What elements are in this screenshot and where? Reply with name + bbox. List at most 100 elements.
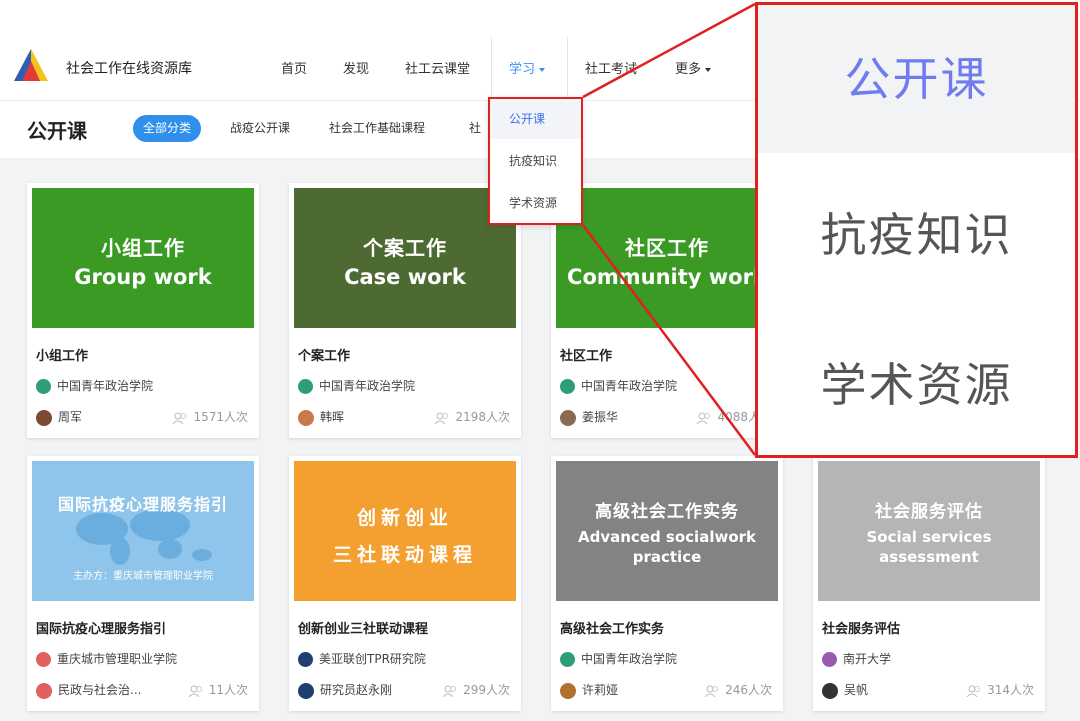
view-count: 2198人次 xyxy=(434,408,510,425)
people-icon xyxy=(188,685,202,697)
course-teacher[interactable]: 周军 xyxy=(36,408,82,426)
org-name: 南开大学 xyxy=(843,652,892,666)
course-cover[interactable]: 社区工作 Community work xyxy=(556,188,778,328)
nav-home[interactable]: 首页 xyxy=(281,58,307,77)
course-org[interactable]: 美亚联创TPR研究院 xyxy=(298,650,426,667)
course-cover[interactable]: 个案工作 Case work xyxy=(294,188,516,328)
nav-divider xyxy=(491,37,492,100)
course-cover[interactable]: 高级社会工作实务 Advanced socialwork practice xyxy=(556,461,778,601)
zoom-item-academic-resources: 学术资源 xyxy=(820,358,1013,412)
course-title[interactable]: 个案工作 xyxy=(298,345,350,364)
org-name: 中国青年政治学院 xyxy=(319,379,416,393)
org-name: 重庆城市管理职业学院 xyxy=(57,652,178,666)
teacher-name: 姜振华 xyxy=(582,410,619,424)
nav-exam[interactable]: 社工考试 xyxy=(585,58,637,77)
course-cover[interactable]: 小组工作 Group work xyxy=(32,188,254,328)
dropdown-item-academic-resources[interactable]: 学术资源 xyxy=(490,183,581,223)
avatar xyxy=(560,682,576,699)
dropdown-item-epidemic-knowledge[interactable]: 抗疫知识 xyxy=(490,141,581,181)
teacher-name: 民政与社会治... xyxy=(58,683,142,697)
people-icon xyxy=(697,412,711,424)
course-title[interactable]: 社区工作 xyxy=(560,345,612,364)
org-name: 美亚联创TPR研究院 xyxy=(319,652,426,666)
course-org[interactable]: 中国青年政治学院 xyxy=(298,377,415,394)
people-icon xyxy=(966,685,981,697)
cover-title-cn: 社区工作 xyxy=(625,236,709,260)
cover-title-cn: 国际抗疫心理服务指引 xyxy=(57,495,228,514)
views-text: 246人次 xyxy=(725,683,772,697)
school-emblem-icon xyxy=(36,379,51,394)
course-card[interactable]: 社区工作 Community work 社区工作 中国青年政治学院 姜振华 40… xyxy=(551,183,783,438)
avatar xyxy=(822,682,838,699)
course-teacher[interactable]: 研究员赵永刚 xyxy=(298,681,392,699)
people-icon xyxy=(435,412,449,424)
view-count: 1571人次 xyxy=(172,408,248,425)
course-card[interactable]: 个案工作 Case work 个案工作 中国青年政治学院 韩晖 2198人次 xyxy=(289,183,521,438)
course-org[interactable]: 中国青年政治学院 xyxy=(560,377,677,394)
nav-discover[interactable]: 发现 xyxy=(343,58,369,77)
cover-title-en: Case work xyxy=(344,265,466,289)
course-teacher[interactable]: 姜振华 xyxy=(560,408,618,426)
cover-title-cn: 社会服务评估 xyxy=(875,502,983,522)
cover-title-en-line2: assessment xyxy=(879,548,979,566)
course-teacher[interactable]: 韩晖 xyxy=(298,408,344,426)
course-teacher[interactable]: 吴帆 xyxy=(822,681,868,699)
nav-more-label: 更多 xyxy=(675,62,702,77)
views-text: 2198人次 xyxy=(455,410,510,424)
teacher-name: 研究员赵永刚 xyxy=(320,683,393,697)
people-icon xyxy=(173,412,187,424)
cover-title-cn-line2: 三社联动课程 xyxy=(332,544,477,566)
course-title[interactable]: 创新创业三社联动课程 xyxy=(298,618,428,637)
course-teacher[interactable]: 民政与社会治... xyxy=(36,681,141,699)
cover-title-en-line2: practice xyxy=(632,548,702,566)
org-name: 中国青年政治学院 xyxy=(581,652,678,666)
course-card[interactable]: 创新创业 三社联动课程 创新创业三社联动课程 美亚联创TPR研究院 研究员赵永刚… xyxy=(289,456,521,711)
course-card[interactable]: 社会服务评估 Social services assessment 社会服务评估… xyxy=(813,456,1045,711)
course-org[interactable]: 中国青年政治学院 xyxy=(560,650,677,667)
category-all[interactable]: 全部分类 xyxy=(133,115,202,142)
nav-study-label: 学习 xyxy=(509,62,536,77)
teacher-name: 周军 xyxy=(58,410,83,424)
study-dropdown-menu: 公开课 抗疫知识 学术资源 xyxy=(488,97,583,225)
avatar xyxy=(36,682,52,699)
cover-title-cn: 创新创业 xyxy=(356,507,453,529)
school-emblem-icon xyxy=(298,379,313,394)
course-title[interactable]: 社会服务评估 xyxy=(822,618,900,637)
course-cover[interactable]: 社会服务评估 Social services assessment xyxy=(818,461,1040,601)
site-logo[interactable] xyxy=(12,47,50,83)
course-org[interactable]: 南开大学 xyxy=(822,650,891,667)
category-fight-epidemic[interactable]: 战疫公开课 xyxy=(230,119,290,136)
chevron-down-icon xyxy=(539,67,546,72)
dropdown-item-open-course[interactable]: 公开课 xyxy=(490,99,581,139)
nav-more[interactable]: 更多 xyxy=(675,58,712,77)
cover-title-en: Community work xyxy=(567,265,767,289)
view-count: 314人次 xyxy=(966,681,1034,698)
cover-title-cn: 个案工作 xyxy=(363,236,447,260)
cover-organizer: 主办方：重庆城市管理职业学院 xyxy=(73,571,213,582)
category-social-work-basics[interactable]: 社会工作基础课程 xyxy=(329,119,425,136)
nav-study[interactable]: 学习 xyxy=(509,58,546,77)
cover-title-cn: 小组工作 xyxy=(101,236,185,260)
zoom-callout: 公开课 抗疫知识 学术资源 xyxy=(755,2,1078,458)
course-org[interactable]: 中国青年政治学院 xyxy=(36,377,153,394)
site-title[interactable]: 社会工作在线资源库 xyxy=(66,58,192,78)
course-cover[interactable]: 国际抗疫心理服务指引 主办方：重庆城市管理职业学院 xyxy=(32,461,254,601)
course-cover[interactable]: 创新创业 三社联动课程 xyxy=(294,461,516,601)
course-card[interactable]: 小组工作 Group work 小组工作 中国青年政治学院 周军 1571人次 xyxy=(27,183,259,438)
view-count: 299人次 xyxy=(442,681,510,698)
nav-cloud-classroom[interactable]: 社工云课堂 xyxy=(405,58,470,77)
view-count: 11人次 xyxy=(188,681,248,698)
course-card[interactable]: 高级社会工作实务 Advanced socialwork practice 高级… xyxy=(551,456,783,711)
course-title[interactable]: 国际抗疫心理服务指引 xyxy=(36,618,166,637)
course-org[interactable]: 重庆城市管理职业学院 xyxy=(36,650,177,667)
people-icon xyxy=(704,685,719,697)
views-text: 314人次 xyxy=(987,683,1034,697)
views-text: 1571人次 xyxy=(193,410,248,424)
avatar xyxy=(560,409,576,426)
course-card[interactable]: 国际抗疫心理服务指引 主办方：重庆城市管理职业学院 国际抗疫心理服务指引 重庆城… xyxy=(27,456,259,711)
course-title[interactable]: 小组工作 xyxy=(36,345,88,364)
course-teacher[interactable]: 许莉娅 xyxy=(560,681,618,699)
category-truncated[interactable]: 社 xyxy=(469,119,481,136)
cover-title-en: Group work xyxy=(74,265,212,289)
course-title[interactable]: 高级社会工作实务 xyxy=(560,618,664,637)
